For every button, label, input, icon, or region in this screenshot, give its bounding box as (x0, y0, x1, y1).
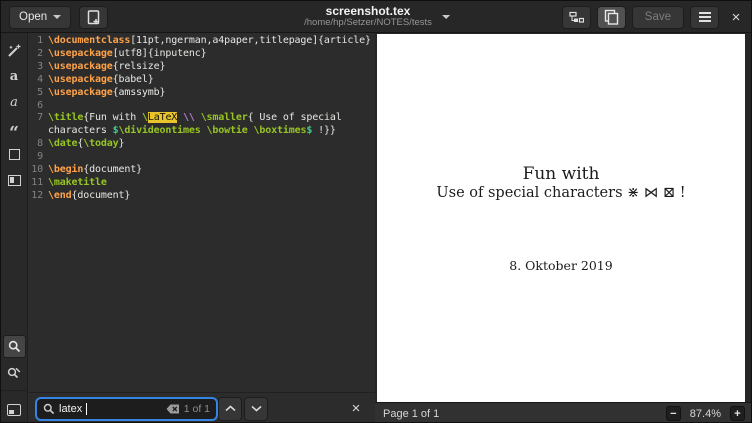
title-block: screenshot.tex /home/hp/Setzer/NOTES/tes… (304, 5, 432, 29)
code-line: 6 (29, 100, 375, 113)
find-replace-icon (7, 366, 21, 380)
layout-box-icon[interactable] (1, 167, 27, 193)
build-log-icon (7, 404, 21, 416)
save-button[interactable]: Save (632, 6, 684, 29)
document-path: /home/hp/Setzer/NOTES/tests (304, 18, 432, 28)
headerbar: Open screenshot.tex /home/hp/Setzer/NOTE… (1, 1, 752, 33)
square-outline-icon (9, 149, 20, 160)
wizard-wand-icon[interactable] (1, 37, 27, 63)
code-line: 7\title{Fun with \LaTeX \\ \smaller{ Use… (29, 112, 375, 125)
line-number: 12 (29, 190, 43, 203)
pdf-date-text: 8. Oktober 2019 (377, 258, 745, 273)
new-document-icon (87, 10, 101, 25)
pdf-subtitle-text: Use of special characters ⋇ ⋈ ⊠ ! (377, 185, 745, 201)
pdf-title-text: Fun with (377, 164, 745, 184)
code-line: 12\end{document} (29, 190, 375, 203)
close-search-button[interactable]: × (345, 398, 367, 420)
chevron-down-icon (442, 15, 450, 19)
line-number: 10 (29, 164, 43, 177)
close-icon: × (352, 400, 361, 417)
preview-pane: Fun with Use of special characters ⋇ ⋈ ⊠… (375, 33, 751, 423)
divider (1, 390, 28, 391)
code-line: characters $\divideontimes \bowtie \boxt… (29, 125, 375, 138)
close-icon: × (732, 9, 741, 26)
line-number: 5 (29, 87, 43, 100)
editor-pane: a a “ (1, 33, 375, 423)
search-toggle-button[interactable] (3, 335, 26, 358)
code-line: 10\begin{document} (29, 164, 375, 177)
zoom-level: 87.4% (690, 408, 721, 420)
code-line: 4\usepackage{babel} (29, 74, 375, 87)
quotes-icon[interactable]: “ (1, 115, 27, 141)
line-number: 3 (29, 61, 43, 74)
code-line: 2\usepackage[utf8]{inputenc} (29, 48, 375, 61)
math-box-icon[interactable] (1, 141, 27, 167)
menu-button[interactable] (690, 6, 719, 29)
page-indicator: Page 1 of 1 (383, 408, 439, 420)
code-line: 11\maketitle (29, 177, 375, 190)
next-match-button[interactable] (244, 397, 268, 421)
code-line: 9 (29, 151, 375, 164)
preview-pages-icon (603, 9, 619, 25)
code-editor[interactable]: 1\documentclass[11pt,ngerman,a4paper,tit… (29, 33, 375, 392)
search-icon (8, 340, 21, 353)
search-query-text: latex (59, 403, 82, 415)
line-number: 4 (29, 74, 43, 87)
line-number: 6 (29, 100, 43, 113)
hamburger-menu-icon (699, 12, 711, 22)
open-button[interactable]: Open (9, 6, 71, 29)
zoom-out-button[interactable]: − (666, 406, 681, 421)
search-icon (43, 403, 55, 415)
line-number (29, 125, 43, 138)
code-line: 1\documentclass[11pt,ngerman,a4paper,tit… (29, 35, 375, 48)
pdf-preview-page[interactable]: Fun with Use of special characters ⋇ ⋈ ⊠… (377, 34, 745, 402)
code-line: 8\date{\today} (29, 138, 375, 151)
text-cursor (86, 403, 87, 415)
italic-letters-icon[interactable]: a (1, 89, 27, 115)
new-document-button[interactable] (79, 6, 108, 29)
preview-toggle-button[interactable] (597, 6, 626, 29)
line-number: 9 (29, 151, 43, 164)
open-button-label: Open (19, 11, 47, 23)
zoom-controls: − 87.4% + (666, 406, 745, 421)
build-log-toggle-button[interactable] (1, 395, 27, 423)
preview-scrollbar[interactable] (745, 33, 751, 402)
main-area: a a “ (1, 33, 752, 423)
code-area: 1\documentclass[11pt,ngerman,a4paper,tit… (29, 35, 375, 203)
line-number: 11 (29, 177, 43, 190)
latin-letters-icon[interactable]: a (1, 63, 27, 89)
window-close-button[interactable]: × (725, 6, 747, 28)
headerbar-left: Open (9, 1, 108, 33)
document-title-menu[interactable]: screenshot.tex /home/hp/Setzer/NOTES/tes… (304, 1, 450, 33)
line-number: 2 (29, 48, 43, 61)
line-number: 8 (29, 138, 43, 151)
zoom-in-button[interactable]: + (730, 406, 745, 421)
setzer-window: Open screenshot.tex /home/hp/Setzer/NOTE… (0, 0, 752, 423)
chevron-down-icon (53, 15, 61, 19)
build-tree-icon (569, 11, 584, 24)
split-square-icon (8, 175, 21, 186)
search-input[interactable]: latex 1 of 1 (35, 397, 218, 421)
line-number: 1 (29, 35, 43, 48)
symbols-sidebar: a a “ (1, 33, 28, 423)
chevron-up-icon (225, 405, 236, 412)
preview-statusbar: Page 1 of 1 − 87.4% + (375, 402, 751, 423)
chevron-down-icon (251, 405, 262, 412)
build-sidebar-button[interactable] (562, 6, 591, 29)
code-line: 5\usepackage{amssymb} (29, 87, 375, 100)
clear-search-icon[interactable] (166, 404, 180, 414)
find-replace-button[interactable] (1, 360, 27, 386)
headerbar-right: Save × (562, 1, 747, 33)
search-bar: latex 1 of 1 (29, 392, 375, 423)
previous-match-button[interactable] (218, 397, 242, 421)
search-match-count: 1 of 1 (184, 403, 210, 415)
line-number: 7 (29, 112, 43, 125)
code-line: 3\usepackage{relsize} (29, 61, 375, 74)
